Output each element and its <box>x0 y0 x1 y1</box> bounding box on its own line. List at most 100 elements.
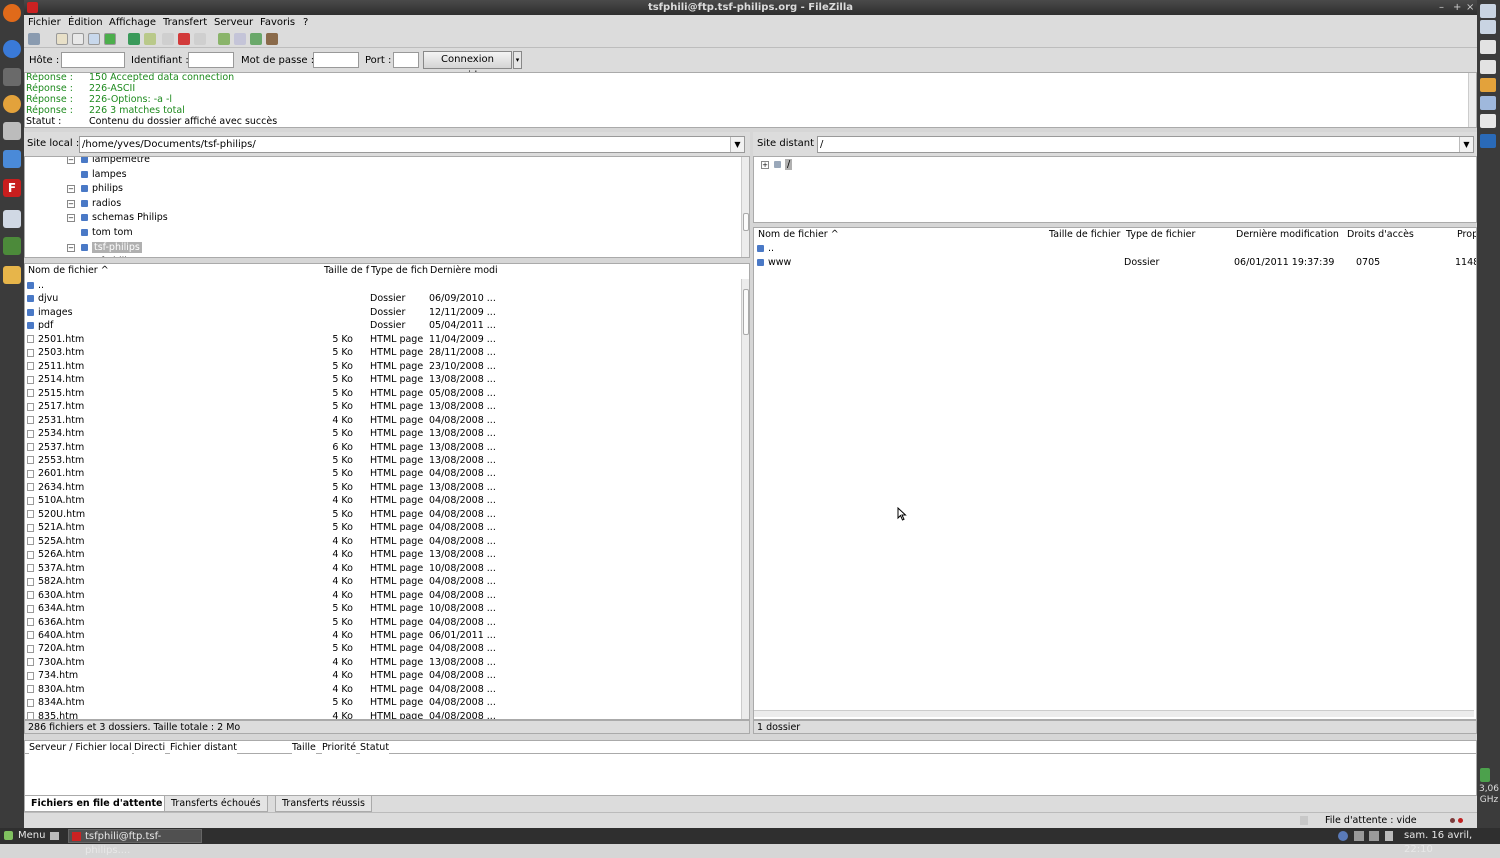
tab-queued-files[interactable]: Fichiers en file d'attente <box>24 796 170 812</box>
calendar-icon[interactable] <box>1480 114 1496 128</box>
tree-expander[interactable]: − <box>67 157 75 164</box>
camera-icon[interactable] <box>1480 20 1496 34</box>
tab-failed-transfers[interactable]: Transferts échoués <box>164 796 268 812</box>
local-file-row[interactable]: 2537.htm 6 Ko HTML page 13/08/2008 ... <box>25 441 741 455</box>
clock[interactable]: sam. 16 avril, 22:10 <box>1404 829 1500 855</box>
tree-expander[interactable]: − <box>67 185 75 194</box>
remote-root-expander[interactable]: + <box>761 161 769 169</box>
menu-fichier[interactable]: Fichier <box>28 17 61 28</box>
compare-icon[interactable] <box>234 33 246 45</box>
reconnect-icon[interactable] <box>194 33 206 45</box>
scroll-thumb[interactable] <box>743 213 749 231</box>
security-shield-icon[interactable] <box>1338 831 1348 841</box>
tree-expander[interactable]: − <box>67 199 75 208</box>
local-tree-item[interactable]: lampemetre <box>81 157 150 167</box>
filter-icon[interactable] <box>218 33 230 45</box>
filezilla-icon[interactable]: F <box>3 179 21 197</box>
remote-col-perms[interactable]: Droits d'accès <box>1347 228 1414 242</box>
local-file-row[interactable]: 734.htm 4 Ko HTML page 04/08/2008 ... <box>25 669 741 683</box>
remote-col-name[interactable]: Nom de fichier ^ <box>758 228 839 242</box>
thunderbird-icon[interactable] <box>3 40 21 58</box>
queue-col-priority[interactable]: Priorité <box>322 741 357 755</box>
toggle-local-tree-icon[interactable] <box>72 33 84 45</box>
menu-serveur[interactable]: Serveur <box>214 17 253 28</box>
quickconnect-button[interactable]: Connexion rapide <box>423 51 512 81</box>
local-tree-item[interactable]: schemas Philips <box>81 211 168 225</box>
user-input[interactable] <box>188 52 234 68</box>
local-file-row[interactable]: 2601.htm 5 Ko HTML page 04/08/2008 ... <box>25 467 741 481</box>
local-tree-scrollbar[interactable] <box>741 157 749 257</box>
local-file-row[interactable]: 630A.htm 4 Ko HTML page 04/08/2008 ... <box>25 589 741 603</box>
tree-expander[interactable]: − <box>67 214 75 223</box>
local-col-size[interactable]: Taille de f <box>324 264 370 278</box>
local-file-row[interactable]: 526A.htm 4 Ko HTML page 13/08/2008 ... <box>25 548 741 562</box>
toggle-queue-icon[interactable] <box>104 33 116 45</box>
remote-tree-root[interactable]: / <box>774 158 793 172</box>
scroll-thumb[interactable] <box>743 289 749 335</box>
local-tree-item[interactable]: tom tom <box>81 226 133 240</box>
clipboard-icon[interactable] <box>1354 831 1364 841</box>
maximize-button[interactable]: + <box>1453 0 1461 15</box>
remote-path-dropdown-icon[interactable]: ▼ <box>1459 137 1473 152</box>
queue-list[interactable] <box>24 754 1477 796</box>
password-input[interactable] <box>313 52 359 68</box>
display-icon[interactable] <box>1480 96 1496 110</box>
log-scrollbar[interactable] <box>1468 73 1476 127</box>
local-file-row[interactable]: 2501.htm 5 Ko HTML page 11/04/2009 ... <box>25 333 741 347</box>
local-file-row[interactable]: 830A.htm 4 Ko HTML page 04/08/2008 ... <box>25 683 741 697</box>
local-file-row[interactable]: 2634.htm 5 Ko HTML page 13/08/2008 ... <box>25 481 741 495</box>
local-tree-item[interactable]: radios <box>81 197 121 211</box>
queue-col-remote[interactable]: Fichier distant <box>170 741 237 755</box>
menu-help[interactable]: ? <box>303 17 308 28</box>
local-file-row[interactable]: 720A.htm 5 Ko HTML page 04/08/2008 ... <box>25 642 741 656</box>
remote-col-modified[interactable]: Dernière modification <box>1236 228 1339 242</box>
local-tree-item[interactable]: tsf-philips <box>81 241 142 255</box>
local-file-row[interactable]: 730A.htm 4 Ko HTML page 13/08/2008 ... <box>25 656 741 670</box>
local-file-row[interactable]: pdf Dossier 05/04/2011 ... <box>25 319 741 333</box>
local-path-dropdown-icon[interactable]: ▼ <box>730 137 744 152</box>
local-path-input[interactable]: /home/yves/Documents/tsf-philips/ ▼ <box>79 136 745 153</box>
text-editor-icon[interactable] <box>3 210 21 228</box>
find-icon[interactable] <box>266 33 278 45</box>
menu-favoris[interactable]: Favoris <box>260 17 295 28</box>
process-queue-icon[interactable] <box>144 33 156 45</box>
disk-icon[interactable] <box>1480 60 1496 74</box>
local-file-row[interactable]: 2514.htm 5 Ko HTML page 13/08/2008 ... <box>25 373 741 387</box>
local-file-row[interactable]: 537A.htm 4 Ko HTML page 10/08/2008 ... <box>25 562 741 576</box>
remote-file-row[interactable]: www Dossier 06/01/2011 19:37:39 0705 1148 <box>754 256 1476 270</box>
local-file-row[interactable]: images Dossier 12/11/2009 ... <box>25 306 741 320</box>
taskbar-filezilla-window[interactable]: tsfphili@ftp.tsf-philips.... <box>68 829 202 856</box>
local-tree-item[interactable]: lampes <box>81 168 127 182</box>
tree-expander[interactable]: − <box>67 243 75 252</box>
settings-icon[interactable] <box>3 266 21 284</box>
local-file-row[interactable]: 2515.htm 5 Ko HTML page 05/08/2008 ... <box>25 387 741 401</box>
host-input[interactable] <box>61 52 125 68</box>
local-tree-item[interactable]: philips <box>81 182 123 196</box>
cancel-icon[interactable] <box>162 33 174 45</box>
port-input[interactable] <box>393 52 419 68</box>
menu-affichage[interactable]: Affichage <box>109 17 156 28</box>
printer-icon[interactable] <box>3 122 21 140</box>
queue-col-size[interactable]: Taille <box>292 741 316 755</box>
remote-col-size[interactable]: Taille de fichier <box>1049 228 1121 242</box>
toggle-remote-tree-icon[interactable] <box>88 33 100 45</box>
menu-icon[interactable] <box>4 831 13 840</box>
game-icon[interactable] <box>3 68 21 86</box>
queue-col-direction[interactable]: Directi <box>134 741 166 755</box>
local-file-row[interactable]: 640A.htm 4 Ko HTML page 06/01/2011 ... <box>25 629 741 643</box>
menu-button[interactable]: Menu <box>18 829 45 843</box>
local-list-scrollbar[interactable] <box>741 279 749 719</box>
quickconnect-history-dropdown[interactable]: ▾ <box>513 51 522 69</box>
local-file-row[interactable]: 2553.htm 5 Ko HTML page 13/08/2008 ... <box>25 454 741 468</box>
search-icon[interactable] <box>3 150 21 168</box>
message-log[interactable]: Réponse :150 Accepted data connection Rép… <box>24 72 1477 128</box>
local-file-row[interactable]: .. <box>25 279 741 293</box>
network-icon[interactable] <box>1480 40 1496 54</box>
local-file-row[interactable]: 636A.htm 5 Ko HTML page 04/08/2008 ... <box>25 616 741 630</box>
virtualbox-icon[interactable] <box>1480 134 1496 148</box>
local-file-row[interactable]: 2503.htm 5 Ko HTML page 28/11/2008 ... <box>25 346 741 360</box>
tab-successful-transfers[interactable]: Transferts réussis <box>275 796 372 812</box>
local-col-modified[interactable]: Dernière modi <box>430 264 498 278</box>
local-file-row[interactable]: djvu Dossier 06/09/2010 ... <box>25 292 741 306</box>
local-file-row[interactable]: 634A.htm 5 Ko HTML page 10/08/2008 ... <box>25 602 741 616</box>
